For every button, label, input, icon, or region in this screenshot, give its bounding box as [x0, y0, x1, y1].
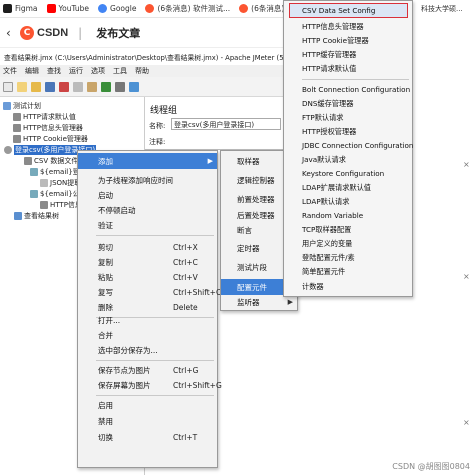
jmeter-toolbar	[0, 77, 300, 97]
menu-item-http-request-defaults[interactable]: HTTP请求默认值	[284, 61, 412, 77]
menu-separator	[96, 235, 214, 236]
csdn-logo[interactable]: C CSDN	[20, 25, 68, 40]
menu-item-add[interactable]: 添加 ▶	[78, 153, 217, 169]
wrench-icon	[13, 123, 21, 132]
menu-item-save-node-image[interactable]: 保存节点为图片 Ctrl+G	[78, 362, 217, 378]
menu-item-csv-data-set-config[interactable]: CSV Data Set Config	[284, 3, 412, 19]
menu-run[interactable]: 运行	[69, 66, 83, 76]
config-element-submenu: CSV Data Set Config HTTP信息头管理器 HTTP Cook…	[283, 0, 413, 297]
jmeter-window-title: 查看结果树.jmx (C:\Users\Administrator\Deskto…	[0, 48, 300, 65]
name-input[interactable]: 登录csv(多用户登录接口)	[171, 118, 281, 130]
menu-item-merge[interactable]: 合并	[78, 327, 217, 343]
menu-item-cut[interactable]: 剪切 Ctrl+X	[78, 239, 217, 255]
menu-item-validate[interactable]: 验证	[78, 217, 217, 233]
pencil-icon	[30, 167, 38, 176]
tree-item-http-info[interactable]: HTTP信息	[40, 199, 82, 210]
test-plan-icon	[3, 101, 11, 110]
wrench-icon	[13, 134, 21, 143]
back-chevron-icon[interactable]: ‹	[6, 26, 16, 40]
save-icon[interactable]	[45, 81, 55, 92]
pencil-icon	[30, 189, 38, 198]
menu-item-paste[interactable]: 粘贴 Ctrl+V	[78, 269, 217, 285]
wrench-icon	[40, 200, 48, 209]
csdn-logo-icon: C	[20, 25, 34, 40]
menu-item-enable[interactable]: 启用	[78, 397, 217, 413]
menu-item-save-selection[interactable]: 选中部分保存为...	[78, 342, 217, 358]
wrench-icon	[13, 112, 21, 121]
bookmark-google[interactable]: Google	[98, 4, 136, 13]
menu-search[interactable]: 查找	[47, 66, 61, 76]
header-divider: |	[78, 25, 83, 40]
tree-item-cookie-manager[interactable]: HTTP Cookie管理器	[13, 133, 88, 144]
bookmark-youtube[interactable]: YouTube	[46, 4, 89, 13]
csdn-icon	[145, 4, 155, 13]
menu-item-start-no-pause[interactable]: 不停顿启动	[78, 202, 217, 218]
expand-icon[interactable]	[101, 81, 111, 92]
panel-title: 线程组	[150, 106, 178, 116]
menu-item-copy[interactable]: 复制 Ctrl+C	[78, 254, 217, 270]
close-icon[interactable]: ×	[463, 160, 470, 169]
menu-item-simple-config[interactable]: 简单配置元件	[284, 264, 412, 280]
collapse-icon[interactable]	[115, 81, 125, 92]
bookmark-right-label: 科技大学硕...	[421, 5, 463, 13]
cut-icon[interactable]	[59, 81, 69, 92]
comment-label: 注释:	[149, 138, 166, 146]
name-label: 名称:	[149, 122, 166, 130]
thread-group-icon	[4, 145, 12, 154]
background-page-area: 科技大学硕... × × ×	[413, 0, 474, 475]
wrench-icon	[24, 156, 32, 165]
listener-icon	[14, 211, 22, 220]
figma-icon	[3, 4, 12, 13]
menu-edit[interactable]: 编辑	[25, 66, 39, 76]
menu-item-counter[interactable]: 计数器	[284, 279, 412, 295]
menu-tools[interactable]: 工具	[113, 66, 127, 76]
copy-icon[interactable]	[73, 81, 83, 92]
menu-help[interactable]: 帮助	[135, 66, 149, 76]
extractor-icon	[40, 178, 48, 187]
menu-item-start[interactable]: 启动	[78, 187, 217, 203]
bookmark-figma[interactable]: Figma	[3, 4, 38, 13]
menu-separator	[96, 360, 214, 361]
close-icon[interactable]: ×	[463, 418, 470, 427]
menu-item-save-screen-image[interactable]: 保存屏幕为图片 Ctrl+Shift+G	[78, 377, 222, 393]
menu-item-duplicate[interactable]: 复写 Ctrl+Shift+C	[78, 284, 221, 300]
csdn-icon	[239, 4, 249, 13]
menu-options[interactable]: 选项	[91, 66, 105, 76]
tree-item-test-plan[interactable]: 测试计划	[3, 100, 41, 111]
tree-item-results-tree[interactable]: 查看结果树	[14, 210, 59, 221]
menu-separator	[96, 395, 214, 396]
youtube-icon	[46, 4, 56, 13]
menu-item-add-response-time[interactable]: 为子线程添加响应时间	[78, 172, 217, 188]
open-icon[interactable]	[31, 81, 41, 92]
csdn-watermark: CSDN @胡图图0804	[392, 462, 470, 471]
menu-file[interactable]: 文件	[3, 66, 17, 76]
templates-icon[interactable]	[17, 81, 27, 92]
new-icon[interactable]	[3, 81, 13, 92]
jmeter-menubar: 文件 编辑 查找 运行 选项 工具 帮助	[0, 65, 300, 77]
tree-item-csv-data[interactable]: CSV 数据文件	[24, 155, 78, 166]
menu-item-disable[interactable]: 禁用	[78, 413, 217, 429]
menu-item-toggle[interactable]: 切换 Ctrl+T	[78, 429, 217, 445]
context-menu: 添加 ▶ 为子线程添加响应时间 启动 不停顿启动 验证 剪切 Ctrl+X 复制 Ct…	[77, 150, 222, 468]
toggle-icon[interactable]	[129, 81, 139, 92]
page-title: 发布文章	[96, 27, 141, 40]
tree-item-http-defaults[interactable]: HTTP请求默认值	[13, 111, 76, 122]
submenu-arrow-icon: ▶	[207, 157, 213, 165]
submenu-arrow-icon: ▶	[287, 298, 293, 306]
close-icon[interactable]: ×	[463, 272, 470, 281]
paste-icon[interactable]	[87, 81, 97, 92]
menu-item-open[interactable]: 打开...	[78, 312, 217, 328]
tree-item-header-manager[interactable]: HTTP信息头管理器	[13, 122, 83, 133]
google-icon	[98, 4, 108, 13]
bookmark-csdn-1[interactable]: (6条消息) 软件测试...	[145, 3, 230, 14]
menu-separator	[302, 79, 409, 80]
